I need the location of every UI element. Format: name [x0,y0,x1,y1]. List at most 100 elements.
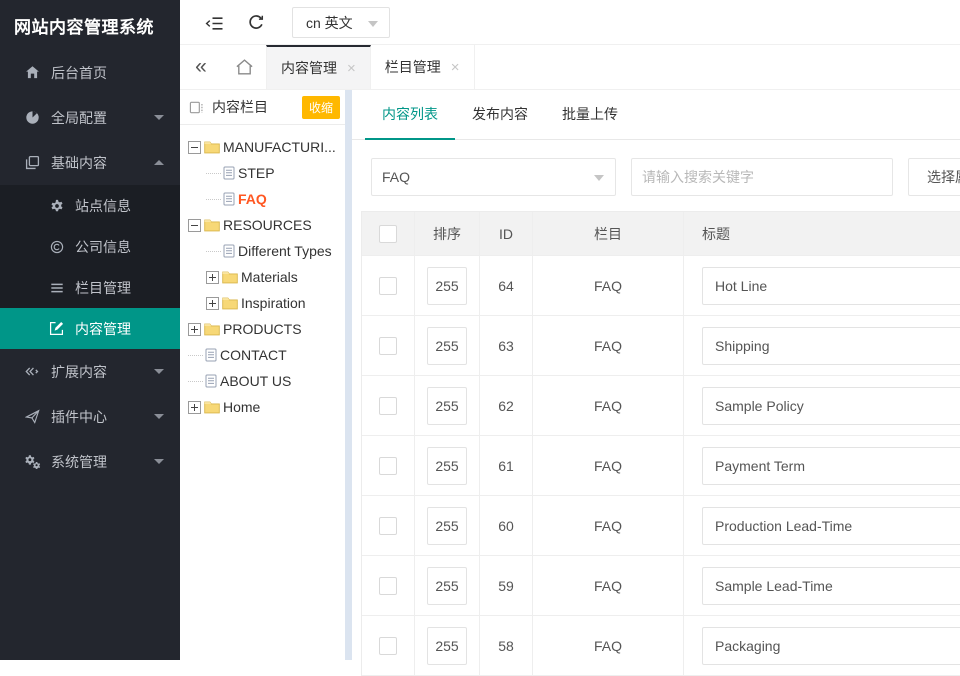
app-logo: 网站内容管理系统 [0,0,180,50]
title-input[interactable] [702,507,960,545]
row-checkbox[interactable] [379,337,397,355]
title-input[interactable] [702,387,960,425]
tab-batch-upload[interactable]: 批量上传 [545,90,635,139]
tree-node[interactable]: FAQ [188,186,352,212]
sidebar-item-global-config[interactable]: 全局配置 [0,95,180,140]
table-row: 60FAQ [362,496,960,556]
header-title: 标题 [684,212,960,255]
window-tab-column-manage[interactable]: 栏目管理 × [371,45,475,89]
language-select[interactable]: cn 英文 [292,7,390,38]
search-input[interactable] [631,158,893,196]
language-select-value: cn 英文 [306,13,353,33]
content-table: 排序 ID 栏目 标题 64FAQ63FAQ62FAQ61FAQ60FAQ59F… [361,211,960,676]
tree-node-label: FAQ [238,191,267,207]
collapse-icon[interactable] [188,141,201,154]
tab-content-list[interactable]: 内容列表 [365,90,455,139]
close-icon[interactable]: × [451,60,460,75]
table-header-row: 排序 ID 栏目 标题 [362,212,960,256]
sort-input[interactable] [427,507,467,545]
edit-icon [48,320,65,337]
refresh-icon[interactable] [246,13,266,33]
chevron-up-icon [154,160,164,165]
tree-scrollbar[interactable] [345,90,352,660]
category-select-value: FAQ [382,169,410,185]
sort-input[interactable] [427,447,467,485]
row-checkbox[interactable] [379,397,397,415]
tree-node-label: ABOUT US [220,373,291,389]
sidebar-item-home-page[interactable]: 后台首页 [0,50,180,95]
sort-input[interactable] [427,627,467,665]
home-tab-button[interactable] [222,45,266,89]
sidebar-item-label: 插件中心 [51,407,107,427]
window-tab-bar: « 内容管理 × 栏目管理 × [180,45,960,90]
table-row: 61FAQ [362,436,960,496]
row-checkbox[interactable] [379,457,397,475]
home-outline-icon [235,58,254,76]
row-column: FAQ [533,376,684,435]
sidebar-item-column-manage[interactable]: 栏目管理 [0,267,180,308]
window-tab-content-manage[interactable]: 内容管理 × [266,45,371,89]
menu-fold-icon[interactable] [204,13,224,33]
sort-input[interactable] [427,327,467,365]
expand-icon[interactable] [188,323,201,336]
sidebar-item-site-info[interactable]: 站点信息 [0,185,180,226]
title-input[interactable] [702,627,960,665]
tree-node[interactable]: Home [188,394,352,420]
row-id: 62 [480,376,533,435]
sort-input[interactable] [427,567,467,605]
title-input[interactable] [702,447,960,485]
sidebar-item-base-content[interactable]: 基础内容 [0,140,180,185]
tree-node[interactable]: STEP [188,160,352,186]
chevron-down-icon [154,369,164,374]
tree-node[interactable]: Inspiration [188,290,352,316]
sidebar-item-label: 内容管理 [75,319,131,339]
tree-node[interactable]: Materials [188,264,352,290]
header-sort: 排序 [415,212,480,255]
diamonds-icon [24,363,41,380]
filter-row: FAQ 选择属性 [371,158,960,196]
list-icon [48,279,65,296]
header-column: 栏目 [533,212,684,255]
tree-node[interactable]: ABOUT US [188,368,352,394]
tree-node[interactable]: PRODUCTS [188,316,352,342]
expand-icon[interactable] [188,401,201,414]
row-checkbox[interactable] [379,277,397,295]
row-checkbox[interactable] [379,517,397,535]
expand-icon[interactable] [206,297,219,310]
expand-icon[interactable] [206,271,219,284]
collapse-tree-button[interactable]: 收缩 [302,96,340,119]
sidebar-item-plugin-center[interactable]: 插件中心 [0,394,180,439]
tree-node[interactable]: Different Types [188,238,352,264]
sort-input[interactable] [427,267,467,305]
select-attribute-button[interactable]: 选择属性 [908,158,960,196]
collapse-tabs-button[interactable]: « [180,45,222,89]
title-input[interactable] [702,267,960,305]
category-select[interactable]: FAQ [371,158,616,196]
sidebar-item-company-info[interactable]: 公司信息 [0,226,180,267]
tree-node[interactable]: MANUFACTURI... [188,134,352,160]
copyright-icon [48,238,65,255]
title-input[interactable] [702,327,960,365]
paper-plane-icon [24,408,41,425]
chevron-down-icon [154,414,164,419]
main-content: 内容列表 发布内容 批量上传 FAQ 选择属性 排序 ID 栏目 标题 64FA… [352,90,960,660]
sort-input[interactable] [427,387,467,425]
select-all-checkbox[interactable] [379,225,397,243]
tree-node[interactable]: CONTACT [188,342,352,368]
row-checkbox[interactable] [379,577,397,595]
row-column: FAQ [533,256,684,315]
title-input[interactable] [702,567,960,605]
tab-publish-content[interactable]: 发布内容 [455,90,545,139]
collapse-icon[interactable] [188,219,201,232]
row-id: 64 [480,256,533,315]
panel-icon [189,100,204,115]
content-column-tree-panel: 内容栏目 收缩 MANUFACTURI...STEPFAQRESOURCESDi… [180,90,352,660]
header-id: ID [480,212,533,255]
row-checkbox[interactable] [379,637,397,655]
close-icon[interactable]: × [347,61,356,76]
sidebar-item-extend-content[interactable]: 扩展内容 [0,349,180,394]
sidebar-item-system-manage[interactable]: 系统管理 [0,439,180,484]
sidebar-item-content-manage[interactable]: 内容管理 [0,308,180,349]
tree-connector [188,355,203,356]
tree-node[interactable]: RESOURCES [188,212,352,238]
